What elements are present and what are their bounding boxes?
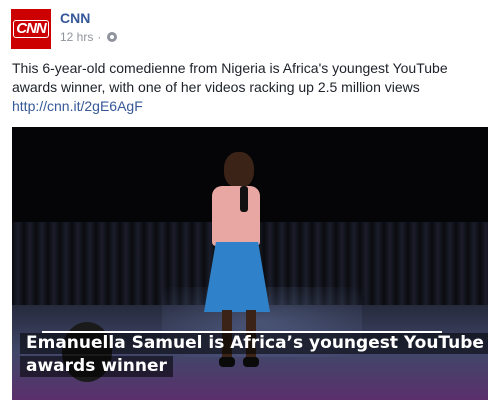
video-caption: Emanuella Samuel is Africa’s youngest Yo… <box>20 333 488 379</box>
post-text: This 6-year-old comedienne from Nigeria … <box>12 60 448 95</box>
video-player[interactable]: Emanuella Samuel is Africa’s youngest Yo… <box>12 127 488 400</box>
page-name-link[interactable]: CNN <box>60 10 90 26</box>
cnn-logo: CNN <box>13 20 49 38</box>
caption-line-1: Emanuella Samuel is Africa’s youngest Yo… <box>20 333 488 354</box>
globe-icon[interactable] <box>107 32 118 42</box>
microphone-icon <box>240 186 248 212</box>
caption-line-2: awards winner <box>20 356 173 377</box>
page-avatar[interactable]: CNN <box>11 9 51 49</box>
post-meta: 12 hrs · <box>60 30 118 44</box>
post-link[interactable]: http://cnn.it/2gE6AgF <box>12 97 143 116</box>
post-timestamp[interactable]: 12 hrs <box>60 30 93 44</box>
facebook-post: CNN CNN 12 hrs · This 6-year-old comedie… <box>0 0 499 400</box>
meta-separator: · <box>97 30 102 44</box>
